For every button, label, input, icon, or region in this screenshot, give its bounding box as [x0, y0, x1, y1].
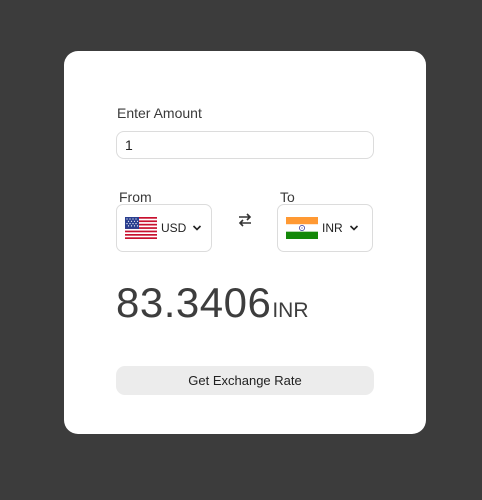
get-exchange-rate-button[interactable]: Get Exchange Rate — [116, 366, 374, 395]
result-value: 83.3406 — [116, 279, 272, 326]
result-unit: INR — [272, 299, 309, 322]
to-currency-code: INR — [322, 221, 343, 235]
chevron-down-icon — [193, 225, 202, 231]
amount-input[interactable] — [116, 131, 374, 159]
from-label: From — [119, 189, 152, 205]
to-currency-select[interactable]: INR — [277, 204, 373, 252]
amount-label: Enter Amount — [117, 105, 202, 121]
chevron-down-icon — [349, 225, 358, 231]
swap-arrows-icon[interactable] — [236, 211, 254, 229]
india-flag-icon — [286, 217, 318, 239]
from-currency-select[interactable]: USD — [116, 204, 212, 252]
converter-card: Enter Amount From To USD — [64, 51, 426, 434]
from-currency-code: USD — [161, 221, 187, 235]
to-label: To — [280, 189, 295, 205]
us-flag-icon — [125, 217, 157, 239]
conversion-result: 83.3406INR — [116, 279, 309, 327]
